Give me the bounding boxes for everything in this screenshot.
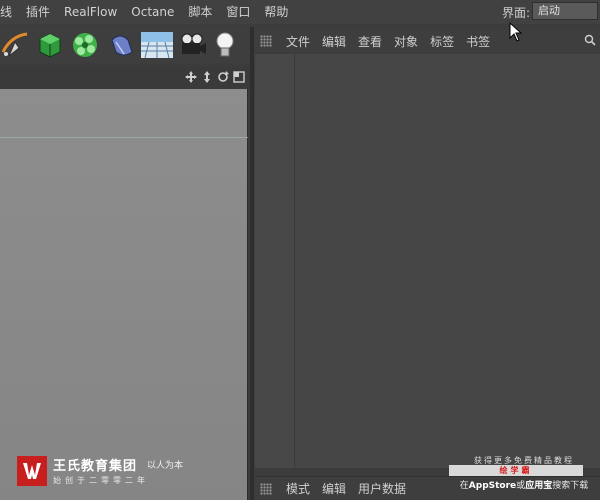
viewport-header — [0, 67, 250, 89]
object-list-gutter — [255, 54, 295, 468]
layout-label: 界面: — [502, 6, 531, 20]
menu-item-octane[interactable]: Octane — [124, 0, 181, 24]
floor-environment-icon[interactable] — [140, 28, 174, 62]
layout-select[interactable]: 启动 — [532, 2, 598, 20]
subdivision-surface-icon[interactable] — [68, 28, 102, 62]
om-menu-file[interactable]: 文件 — [280, 33, 316, 50]
object-manager-menubar: 文件 编辑 查看 对象 标签 书签 — [255, 30, 600, 52]
promo-bottom-suffix: 搜索下载 — [552, 481, 589, 491]
om-menu-bookmarks[interactable]: 书签 — [460, 33, 496, 50]
cube-primitive-icon[interactable] — [32, 28, 66, 62]
promo-bottom-prefix: 在 — [459, 481, 469, 491]
menu-item-spline[interactable]: 线 — [0, 0, 19, 24]
light-icon[interactable] — [212, 28, 238, 62]
promo-brand: 绘学霸 — [449, 465, 583, 476]
spline-pen-icon[interactable] — [0, 28, 30, 62]
move-view-icon[interactable] — [184, 70, 198, 84]
deformer-icon[interactable] — [104, 28, 138, 62]
watermark-title: 王氏教育集团 — [53, 459, 138, 474]
search-icon[interactable] — [584, 34, 596, 49]
menu-item-help[interactable]: 帮助 — [257, 0, 295, 24]
tool-bar — [0, 27, 254, 63]
promo-bottom-middle: 或 — [516, 481, 526, 491]
camera-icon[interactable] — [176, 28, 210, 62]
menu-item-script[interactable]: 脚本 — [181, 0, 219, 24]
brand-logo-icon — [17, 456, 47, 486]
menu-item-window[interactable]: 窗口 — [219, 0, 257, 24]
object-list[interactable] — [255, 54, 600, 468]
am-menu-mode[interactable]: 模式 — [280, 480, 316, 497]
om-menu-objects[interactable]: 对象 — [388, 33, 424, 50]
viewport-nav-icons — [184, 70, 246, 84]
om-menu-edit[interactable]: 编辑 — [316, 33, 352, 50]
switch-view-icon[interactable] — [232, 70, 246, 84]
watermark-slogan: 以人为本 — [147, 461, 184, 471]
panel-grip-icon[interactable] — [260, 35, 272, 47]
zoom-view-icon[interactable] — [200, 70, 214, 84]
am-menu-user-data[interactable]: 用户数据 — [352, 480, 412, 497]
promo-app: 应用宝 — [525, 481, 553, 491]
menu-item-realflow[interactable]: RealFlow — [57, 0, 124, 24]
horizon-line — [0, 137, 248, 138]
panel-grip-icon[interactable] — [260, 482, 272, 495]
om-menu-tags[interactable]: 标签 — [424, 33, 460, 50]
promo-bottom-text: 在AppStore或应用宝搜索下载 — [448, 478, 600, 491]
om-menu-view[interactable]: 查看 — [352, 33, 388, 50]
panel-splitter[interactable] — [250, 27, 254, 500]
3d-viewport[interactable] — [0, 89, 248, 500]
mouse-cursor-icon — [509, 21, 523, 45]
am-menu-edit[interactable]: 编辑 — [316, 480, 352, 497]
promo-store: AppStore — [468, 481, 517, 491]
watermark-subtitle: 始创于二零零二年 — [53, 476, 149, 485]
rotate-view-icon[interactable] — [216, 70, 230, 84]
menu-item-plugins[interactable]: 插件 — [19, 0, 57, 24]
